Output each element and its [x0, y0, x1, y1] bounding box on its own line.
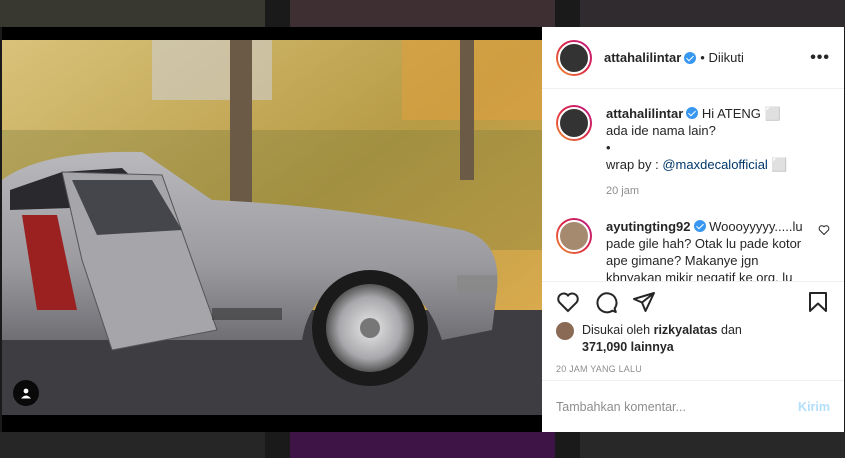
share-icon[interactable] [632, 290, 656, 314]
more-options-icon[interactable]: ••• [810, 49, 830, 67]
tagged-users-button[interactable] [13, 380, 39, 406]
caption-line: ada ide nama lain? [606, 123, 716, 138]
user-icon [21, 388, 31, 399]
likes-count[interactable]: 371,090 lainnya [582, 340, 674, 354]
caption-line: wrap by : [606, 157, 663, 172]
verified-badge-icon [686, 107, 699, 119]
verified-badge-icon [684, 51, 697, 64]
post-comment-button[interactable]: Kirim [798, 400, 830, 414]
post-actions: Disukai oleh rizkyalatas dan 371,090 lai… [542, 281, 844, 374]
likes-summary: Disukai oleh rizkyalatas dan 371,090 lai… [556, 322, 830, 356]
likes-prefix: Disukai oleh [582, 323, 654, 337]
post-photo[interactable] [2, 27, 542, 432]
follow-status[interactable]: • Diikuti [700, 50, 744, 65]
car-photo [2, 40, 542, 415]
post-modal: attahalilintar • Diikuti ••• attahalilin… [2, 27, 844, 432]
bookmark-icon[interactable] [806, 290, 830, 314]
caption-time[interactable]: 20 jam [606, 183, 830, 200]
comment-item: ayutingting92 Woooyyyyy.....lu pade gile… [556, 218, 830, 281]
post-details-panel: attahalilintar • Diikuti ••• attahalilin… [542, 27, 844, 432]
like-comment-heart-icon[interactable] [818, 224, 830, 236]
author-username[interactable]: attahalilintar [604, 50, 681, 65]
heart-icon[interactable] [556, 290, 580, 314]
likes-suffix: dan [717, 323, 742, 337]
verified-badge-icon [693, 220, 706, 232]
add-comment-bar: Kirim [542, 380, 844, 432]
post-header: attahalilintar • Diikuti ••• [542, 27, 844, 89]
comment-input[interactable] [556, 399, 799, 414]
comment-icon[interactable] [594, 290, 618, 314]
caption-avatar[interactable] [556, 105, 592, 141]
liker-avatar[interactable] [556, 322, 574, 340]
commenter-username[interactable]: ayutingting92 [606, 219, 691, 234]
caption: attahalilintar Hi ATENG ⬜ ada ide nama l… [556, 105, 830, 200]
mention-link[interactable]: @maxdecalofficial [662, 157, 767, 172]
commenter-avatar[interactable] [556, 218, 592, 254]
caption-username[interactable]: attahalilintar [606, 106, 683, 121]
caption-line: • [606, 140, 611, 155]
post-timestamp[interactable]: 20 JAM YANG LALU [556, 364, 830, 374]
comments-list[interactable]: attahalilintar Hi ATENG ⬜ ada ide nama l… [542, 89, 844, 281]
caption-text: Hi ATENG ⬜ [701, 106, 781, 121]
author-avatar[interactable] [556, 39, 592, 76]
liker-username[interactable]: rizkyalatas [654, 323, 718, 337]
caption-line: ⬜ [767, 157, 788, 172]
